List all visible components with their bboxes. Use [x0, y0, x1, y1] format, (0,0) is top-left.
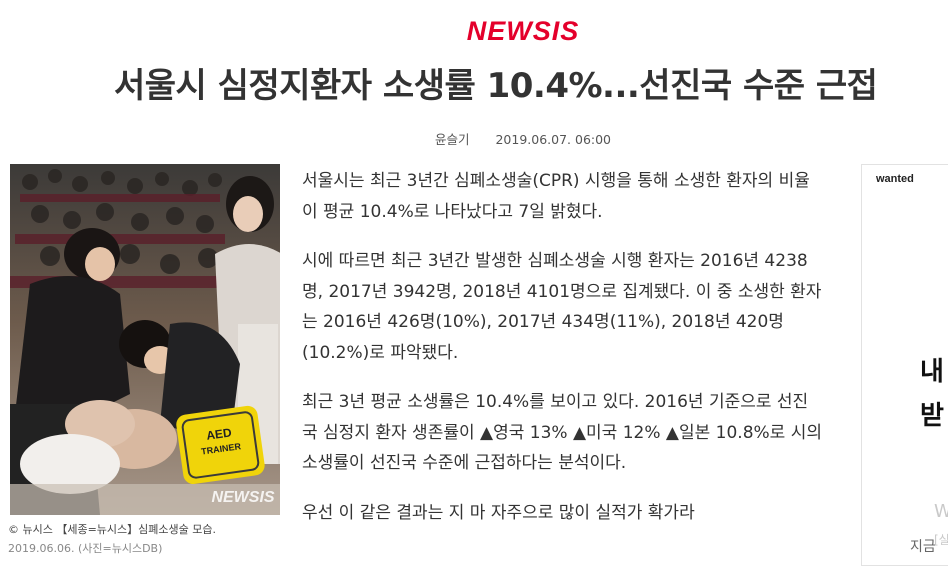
ad-faint-text-3: 지금 — [910, 539, 936, 555]
cpr-training-photo: AED TRAINER NEWSIS — [10, 164, 280, 515]
ad-headline-1[interactable]: 내 — [920, 351, 944, 388]
article-paragraph: 우선 이 같은 결과는 지 마 자주으로 많이 실적가 확가라 — [302, 502, 695, 523]
ad-faint-text-1: W — [934, 501, 948, 522]
caption-line-2: 2019.06.06. (사진=뉴시스DB) — [8, 542, 163, 555]
article-paragraph: 시에 따르면 최근 3년간 발생한 심폐소생술 시행 환자는 2016년 423… — [302, 251, 822, 363]
article-body: 서울시는 최근 3년간 심폐소생술(CPR) 시행을 통해 소생한 환자의 비율… — [302, 166, 822, 547]
publish-datetime: 2019.06.07. 06:00 — [495, 132, 612, 147]
ad-faint-text-2: [실 — [934, 533, 948, 547]
article-photo[interactable]: AED TRAINER NEWSIS — [10, 164, 280, 515]
sidebar-ad[interactable]: wanted 내 받 W [실 지금 — [861, 164, 948, 566]
newsis-logo[interactable]: NEWSIS — [0, 16, 948, 47]
article-paragraph: 최근 3년 평균 소생률은 10.4%를 보이고 있다. 2016년 기준으로 … — [302, 392, 822, 473]
reporter-name[interactable]: 윤슬기 — [435, 132, 470, 147]
article-headline: 서울시 심정지환자 소생률 10.4%...선진국 수준 근접 — [114, 66, 878, 106]
photo-watermark: NEWSIS — [211, 489, 274, 506]
caption-line-1: © 뉴시스 【세종=뉴시스】심폐소생술 모습. — [8, 523, 217, 536]
article-meta: 윤슬기 2019.06.07. 06:00 — [0, 129, 948, 148]
article-paragraph: 서울시는 최근 3년간 심폐소생술(CPR) 시행을 통해 소생한 환자의 비율… — [302, 171, 810, 222]
photo-caption: © 뉴시스 【세종=뉴시스】심폐소생술 모습. 2019.06.06. (사진=… — [8, 520, 288, 558]
ad-brand[interactable]: wanted — [876, 173, 914, 185]
logo-text[interactable]: NEWSIS — [467, 16, 580, 46]
ad-headline-2[interactable]: 받 — [920, 395, 944, 432]
